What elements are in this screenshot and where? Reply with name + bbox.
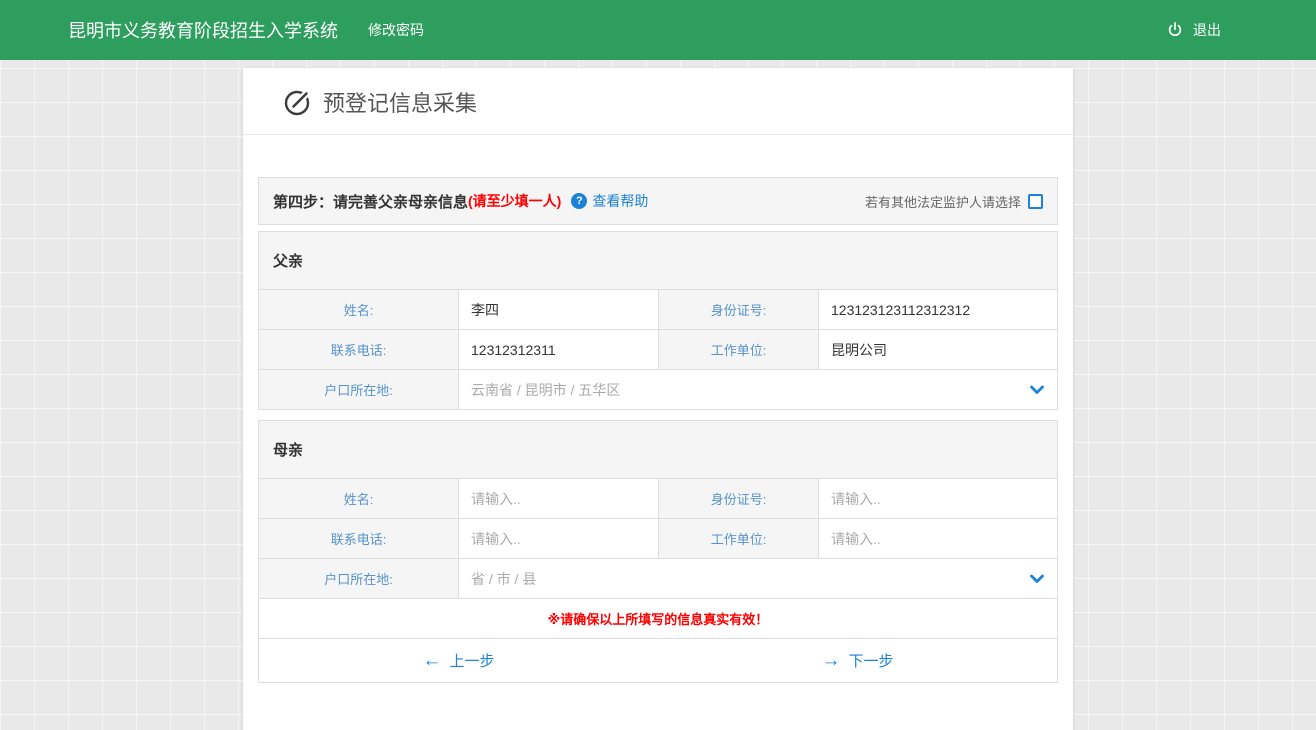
mother-phone-input[interactable] [459, 520, 658, 558]
father-work-label: 工作单位: [659, 330, 819, 370]
mother-id-label: 身份证号: [659, 479, 819, 519]
step-title: 第四步：请完善父亲母亲信息 [273, 191, 468, 212]
mother-name-label: 姓名: [259, 479, 459, 519]
card-header: 预登记信息采集 [243, 68, 1073, 135]
father-id-label: 身份证号: [659, 290, 819, 330]
mother-residence-placeholder: 省 / 市 / 县 [459, 571, 536, 587]
help-icon[interactable]: ? [571, 193, 587, 209]
step-requirement: (请至少填一人) [468, 191, 561, 211]
top-header-left: 昆明市义务教育阶段招生入学系统 修改密码 [68, 17, 424, 43]
guardian-checkbox[interactable] [1028, 194, 1043, 209]
mother-row-3: 户口所在地: 省 / 市 / 县 [259, 559, 1058, 599]
notice-row: ※请确保以上所填写的信息真实有效！ [259, 599, 1058, 639]
step-header: 第四步：请完善父亲母亲信息 (请至少填一人) ? 查看帮助 若有其他法定监护人请… [258, 177, 1058, 225]
next-step-button[interactable]: → 下一步 [658, 639, 1057, 682]
father-residence-select[interactable]: 云南省 / 昆明市 / 五华区 [459, 370, 1058, 410]
mother-row-2: 联系电话: 工作单位: [259, 519, 1058, 559]
pre-registration-card: 预登记信息采集 第四步：请完善父亲母亲信息 (请至少填一人) ? 查看帮助 若有… [243, 68, 1073, 730]
father-id-input[interactable] [819, 291, 1057, 329]
prev-step-label: 上一步 [449, 650, 494, 671]
chevron-down-icon [1030, 385, 1044, 394]
power-icon [1166, 21, 1184, 39]
card-body: 第四步：请完善父亲母亲信息 (请至少填一人) ? 查看帮助 若有其他法定监护人请… [243, 135, 1073, 730]
mother-residence-select[interactable]: 省 / 市 / 县 [459, 559, 1058, 599]
mother-residence-label: 户口所在地: [259, 559, 459, 599]
father-section-title: 父亲 [259, 232, 1058, 290]
page-title: 预登记信息采集 [323, 86, 477, 118]
father-phone-input[interactable] [459, 331, 658, 369]
mother-work-label: 工作单位: [659, 519, 819, 559]
father-residence-label: 户口所在地: [259, 370, 459, 410]
top-header: 昆明市义务教育阶段招生入学系统 修改密码 退出 [0, 0, 1316, 60]
father-section: 父亲 姓名: 身份证号: 联系电话: 工作单位: 户口所在地: [258, 231, 1058, 410]
chevron-down-icon [1030, 574, 1044, 583]
father-row-1: 姓名: 身份证号: [259, 290, 1058, 330]
validity-notice: ※请确保以上所填写的信息真实有效！ [259, 599, 1058, 639]
next-step-label: 下一步 [848, 650, 893, 671]
mother-section-title: 母亲 [259, 421, 1058, 479]
father-residence-value: 云南省 / 昆明市 / 五华区 [459, 382, 620, 398]
app-title: 昆明市义务教育阶段招生入学系统 [68, 17, 338, 43]
mother-id-input[interactable] [819, 480, 1057, 518]
prev-step-button[interactable]: ← 上一步 [259, 639, 658, 682]
footer-nav: ← 上一步 → 下一步 [258, 639, 1058, 683]
arrow-left-icon: ← [422, 651, 441, 670]
change-password-link[interactable]: 修改密码 [368, 20, 424, 40]
mother-section: 母亲 姓名: 身份证号: 联系电话: 工作单位: 户口所在地: [258, 420, 1058, 639]
help-link[interactable]: 查看帮助 [592, 191, 648, 211]
logout-label: 退出 [1193, 20, 1221, 40]
father-name-input[interactable] [459, 291, 658, 329]
mother-name-input[interactable] [459, 480, 658, 518]
mother-work-input[interactable] [819, 520, 1057, 558]
father-work-input[interactable] [819, 331, 1057, 369]
logout-button[interactable]: 退出 [1166, 20, 1221, 40]
arrow-right-icon: → [821, 651, 840, 670]
edit-icon [283, 87, 313, 117]
father-row-3: 户口所在地: 云南省 / 昆明市 / 五华区 [259, 370, 1058, 410]
mother-row-1: 姓名: 身份证号: [259, 479, 1058, 519]
father-row-2: 联系电话: 工作单位: [259, 330, 1058, 370]
father-phone-label: 联系电话: [259, 330, 459, 370]
page: 昆明市义务教育阶段招生入学系统 修改密码 退出 预登记信息采集 [0, 0, 1316, 730]
mother-phone-label: 联系电话: [259, 519, 459, 559]
guardian-note: 若有其他法定监护人请选择 [865, 192, 1021, 211]
father-name-label: 姓名: [259, 290, 459, 330]
